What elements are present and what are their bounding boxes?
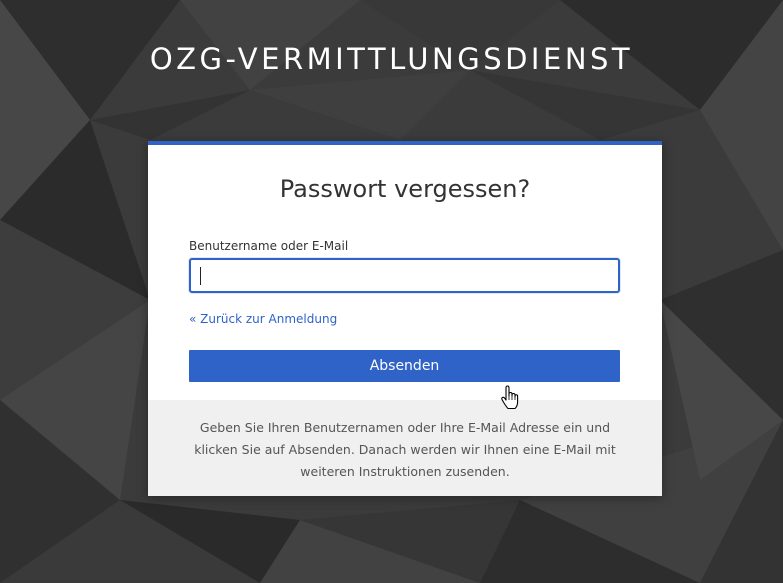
info-text: Geben Sie Ihren Benutzernamen oder Ihre …: [148, 400, 662, 496]
username-input[interactable]: [189, 258, 620, 293]
hand-pointer-icon: [501, 385, 519, 410]
text-caret: [200, 267, 201, 285]
brand-title: OZG-VERMITTLUNGSDIENST: [149, 42, 634, 76]
username-label: Benutzername oder E-Mail: [189, 239, 349, 253]
forgot-password-card: Passwort vergessen? Benutzername oder E-…: [148, 141, 662, 496]
back-to-login-link[interactable]: « Zurück zur Anmeldung: [189, 312, 337, 326]
submit-button[interactable]: Absenden: [189, 350, 620, 382]
page-title: Passwort vergessen?: [279, 175, 531, 203]
